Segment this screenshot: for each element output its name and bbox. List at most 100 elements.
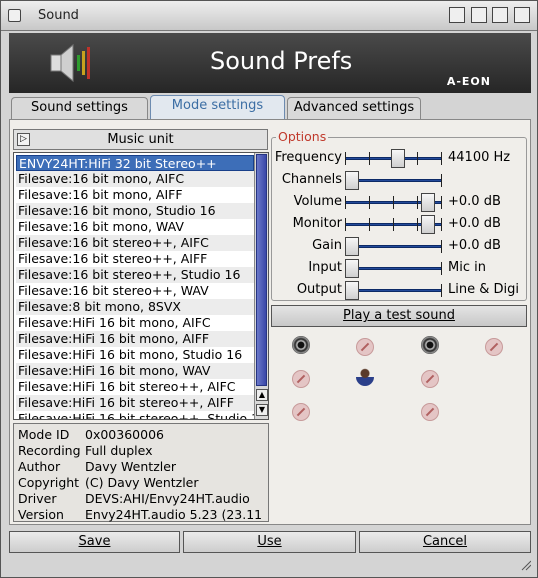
slider-tick <box>441 284 442 297</box>
slider-track[interactable] <box>345 245 442 248</box>
mode-list-item[interactable]: Filesave:16 bit stereo++, AIFF <box>16 251 254 267</box>
slider-tick <box>345 152 346 165</box>
option-label: Gain <box>312 238 342 253</box>
speaker-icon[interactable] <box>292 336 310 354</box>
info-key: Mode ID <box>18 427 70 442</box>
options-group: Options Frequency 44100 Hz Channels Volume +… <box>271 129 527 301</box>
slider-tick <box>441 218 442 231</box>
zoom-icon[interactable] <box>471 7 487 23</box>
depth-icon[interactable] <box>514 7 530 23</box>
mode-list-items[interactable]: ENVY24HT:HiFi 32 bit Stereo++ Filesave:16… <box>16 155 254 419</box>
tab-mode-settings[interactable]: Mode settings <box>150 95 285 120</box>
slider-tick <box>417 152 418 165</box>
mode-list-item[interactable]: Filesave:16 bit mono, Studio 16 <box>16 203 254 219</box>
mode-list-item[interactable]: Filesave:16 bit stereo++, AIFC <box>16 235 254 251</box>
tab-sound-settings[interactable]: Sound settings <box>11 97 148 119</box>
mode-list-item[interactable]: ENVY24HT:HiFi 32 bit Stereo++ <box>16 155 254 171</box>
info-value: 0x00360006 <box>85 427 164 442</box>
option-row-frequency: Frequency 44100 Hz <box>272 147 526 169</box>
info-key: Author <box>18 459 61 474</box>
info-key: Copyright <box>18 475 80 490</box>
music-unit-button[interactable]: ▷ Music unit <box>13 129 268 150</box>
info-row: Copyright (C) Davy Wentzler <box>18 475 264 491</box>
slider-thumb[interactable] <box>345 259 359 278</box>
mode-list-item[interactable]: Filesave:HiFi 16 bit mono, AIFF <box>16 331 254 347</box>
mode-list-item[interactable]: Filesave:HiFi 16 bit stereo++, Studio 16 <box>16 411 254 419</box>
slider-tick <box>441 262 442 275</box>
slider-thumb[interactable] <box>345 281 359 300</box>
scrollbar-knob[interactable] <box>256 154 267 386</box>
option-value: 44100 Hz <box>448 150 511 165</box>
slider-thumb[interactable] <box>345 237 359 256</box>
title-bar[interactable]: Sound <box>1 1 537 31</box>
mode-list-item[interactable]: Filesave:HiFi 16 bit mono, AIFC <box>16 315 254 331</box>
disabled-speaker-icon[interactable] <box>485 338 503 356</box>
disabled-speaker-icon[interactable] <box>292 403 310 421</box>
mode-list-scrollbar[interactable]: ▲ ▼ <box>254 153 268 419</box>
mode-list-item[interactable]: Filesave:HiFi 16 bit mono, WAV <box>16 363 254 379</box>
play-test-sound-button[interactable]: Play a test sound <box>271 305 527 327</box>
info-key: Recording <box>18 443 81 458</box>
mode-list-item[interactable]: Filesave:HiFi 16 bit stereo++, AIFF <box>16 395 254 411</box>
tab-advanced-settings[interactable]: Advanced settings <box>287 97 421 119</box>
play-test-sound-label: Play a test sound <box>343 308 455 323</box>
option-label: Monitor <box>292 216 342 231</box>
slider-track[interactable] <box>345 179 442 182</box>
maximize-icon[interactable] <box>492 7 508 23</box>
listener-icon[interactable] <box>356 368 374 386</box>
info-value: Full duplex <box>85 443 153 458</box>
slider-track[interactable] <box>345 267 442 270</box>
window-title: Sound <box>38 8 79 23</box>
mode-list-item[interactable]: Filesave:16 bit stereo++, WAV <box>16 283 254 299</box>
option-label: Frequency <box>274 150 342 165</box>
disabled-speaker-icon[interactable] <box>292 370 310 388</box>
info-value: (C) Davy Wentzler <box>85 475 199 490</box>
speaker-icon[interactable] <box>421 336 439 354</box>
option-value: +0.0 dB <box>448 194 501 209</box>
mode-list-item[interactable]: Filesave:HiFi 16 bit stereo++, AIFC <box>16 379 254 395</box>
use-button[interactable]: Use <box>183 531 356 553</box>
option-row-output: Output Line & Digi <box>272 279 526 301</box>
mode-info-panel: Mode ID 0x00360006 Recording Full duplex Aut… <box>13 423 269 522</box>
slider-thumb[interactable] <box>390 149 405 168</box>
banner-title: Sound Prefs <box>210 47 353 75</box>
info-key: Version <box>18 507 64 522</box>
save-button[interactable]: Save <box>9 531 180 553</box>
mode-list-item[interactable]: Filesave:16 bit mono, AIFC <box>16 171 254 187</box>
info-row: Driver DEVS:AHI/Envy24HT.audio <box>18 491 264 507</box>
info-value: Envy24HT.audio 5.23 (23.11 <box>85 507 263 522</box>
slider-track[interactable] <box>345 289 442 292</box>
option-row-monitor: Monitor +0.0 dB <box>272 213 526 235</box>
slider-thumb[interactable] <box>421 193 436 212</box>
slider-thumb[interactable] <box>421 215 436 234</box>
info-value: DEVS:AHI/Envy24HT.audio <box>85 491 250 506</box>
option-label: Volume <box>293 194 342 209</box>
resize-handle-icon[interactable] <box>519 559 531 571</box>
close-icon[interactable] <box>8 9 21 22</box>
mode-list-item[interactable]: Filesave:16 bit mono, WAV <box>16 219 254 235</box>
mode-list-item[interactable]: Filesave:HiFi 16 bit mono, Studio 16 <box>16 347 254 363</box>
scroll-up-icon[interactable]: ▲ <box>256 389 268 401</box>
scroll-down-icon[interactable]: ▼ <box>256 404 268 416</box>
tab-bar: Sound settings Mode settings Advanced se… <box>9 95 531 120</box>
option-value: Mic in <box>448 260 486 275</box>
option-row-gain: Gain +0.0 dB <box>272 235 526 257</box>
slider-tick <box>441 152 442 165</box>
slider-tick <box>369 196 370 209</box>
mode-list[interactable]: ENVY24HT:HiFi 32 bit Stereo++ Filesave:16… <box>13 152 269 420</box>
mode-list-item[interactable]: Filesave:8 bit mono, 8SVX <box>16 299 254 315</box>
info-value: Davy Wentzler <box>85 459 177 474</box>
slider-thumb[interactable] <box>345 171 359 190</box>
iconify-icon[interactable] <box>449 7 465 23</box>
cancel-button[interactable]: Cancel <box>359 531 531 553</box>
slider-tick <box>369 218 370 231</box>
mode-list-item[interactable]: Filesave:16 bit stereo++, Studio 16 <box>16 267 254 283</box>
slider-tick <box>345 218 346 231</box>
sound-prefs-window: Sound Sound Prefs A-EON Sound settings M… <box>0 0 538 578</box>
mode-list-item[interactable]: Filesave:16 bit mono, AIFF <box>16 187 254 203</box>
slider-tick <box>393 218 394 231</box>
disabled-speaker-icon[interactable] <box>421 370 439 388</box>
disabled-speaker-icon[interactable] <box>421 403 439 421</box>
banner: Sound Prefs A-EON <box>9 33 531 93</box>
disabled-speaker-icon[interactable] <box>356 338 374 356</box>
